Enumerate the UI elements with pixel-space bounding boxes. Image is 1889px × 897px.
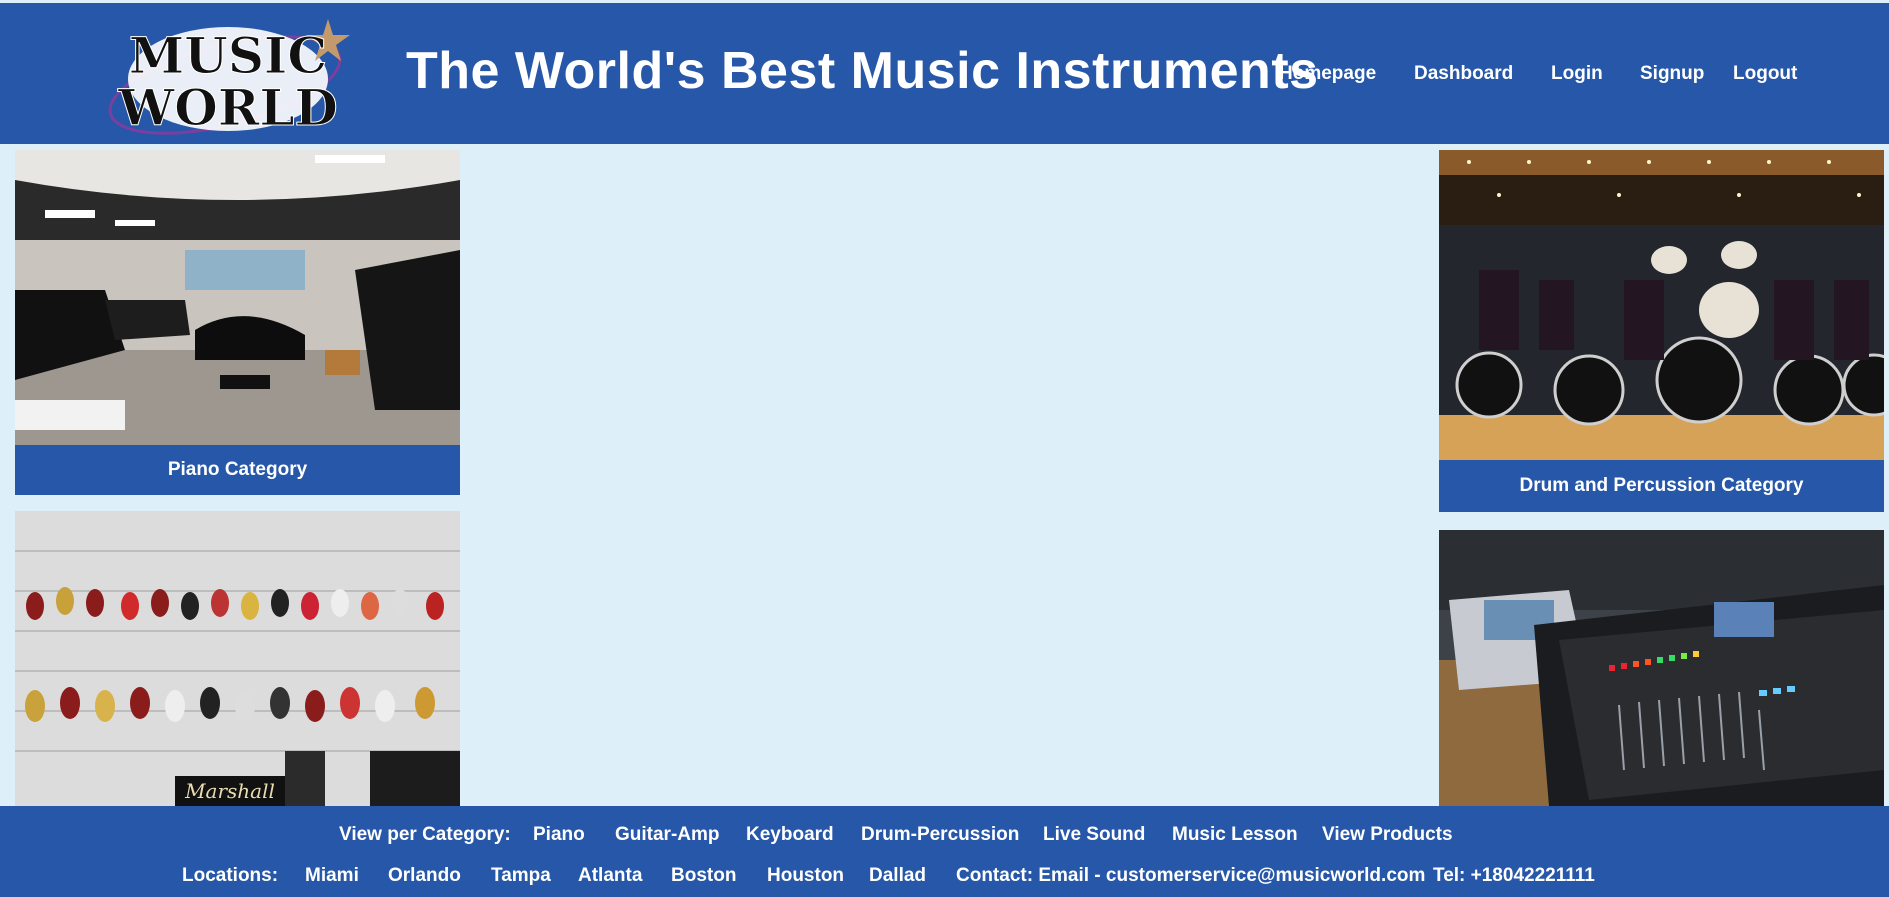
location-atlanta[interactable]: Atlanta — [578, 865, 642, 887]
footer-link-guitar-amp[interactable]: Guitar-Amp — [615, 824, 720, 846]
drum-category-card[interactable]: Drum and Percussion Category — [1439, 150, 1884, 512]
main-nav: Homepage Dashboard Login Signup Logout — [1279, 63, 1889, 93]
nav-dashboard[interactable]: Dashboard — [1414, 63, 1513, 85]
nav-login[interactable]: Login — [1551, 63, 1603, 85]
locations-row: Locations: Miami Orlando Tampa Atlanta B… — [0, 865, 1889, 891]
location-orlando[interactable]: Orlando — [388, 865, 461, 887]
drum-showroom-image[interactable] — [1439, 150, 1884, 460]
site-header: MUSIC WORLD The World's Best Music Instr… — [0, 3, 1889, 144]
locations-label: Locations: — [182, 865, 279, 886]
nav-signup[interactable]: Signup — [1640, 63, 1704, 85]
location-dallad[interactable]: Dallad — [869, 865, 926, 887]
category-links-row: View per Category: Piano Guitar-Amp Keyb… — [0, 824, 1889, 850]
piano-showroom-image[interactable] — [15, 150, 460, 445]
drum-category-label[interactable]: Drum and Percussion Category — [1439, 460, 1884, 512]
footer-link-drum-percussion[interactable]: Drum-Percussion — [861, 824, 1019, 846]
mixing-console-image[interactable] — [1439, 530, 1884, 806]
footer-link-view-products[interactable]: View Products — [1322, 824, 1453, 846]
footer-link-live-sound[interactable]: Live Sound — [1043, 824, 1145, 846]
location-houston[interactable]: Houston — [767, 865, 844, 887]
page-title: The World's Best Music Instruments — [406, 42, 1319, 100]
live-sound-category-card[interactable] — [1439, 530, 1884, 806]
nav-homepage[interactable]: Homepage — [1279, 63, 1376, 85]
piano-category-label[interactable]: Piano Category — [15, 445, 460, 495]
category-label: View per Category: — [339, 824, 511, 845]
footer-link-music-lesson[interactable]: Music Lesson — [1172, 824, 1298, 846]
location-boston[interactable]: Boston — [671, 865, 736, 887]
guitar-wall-image[interactable]: Marshall — [15, 511, 460, 806]
music-world-logo[interactable]: MUSIC WORLD — [100, 7, 355, 139]
footer-link-keyboard[interactable]: Keyboard — [746, 824, 834, 846]
location-tampa[interactable]: Tampa — [491, 865, 551, 887]
svg-text:Marshall: Marshall — [184, 779, 275, 803]
guitar-category-card[interactable]: Marshall — [15, 511, 460, 806]
site-footer: View per Category: Piano Guitar-Amp Keyb… — [0, 806, 1889, 897]
svg-text:MUSIC: MUSIC — [129, 26, 327, 85]
svg-text:WORLD: WORLD — [117, 78, 338, 137]
contact-phone: Tel: +18042221111 — [1433, 865, 1595, 886]
location-miami[interactable]: Miami — [305, 865, 359, 887]
nav-logout[interactable]: Logout — [1733, 63, 1797, 85]
contact-email: Contact: Email - customerservice@musicwo… — [956, 865, 1426, 886]
footer-link-piano[interactable]: Piano — [533, 824, 585, 846]
piano-category-card[interactable]: Piano Category — [15, 150, 460, 495]
